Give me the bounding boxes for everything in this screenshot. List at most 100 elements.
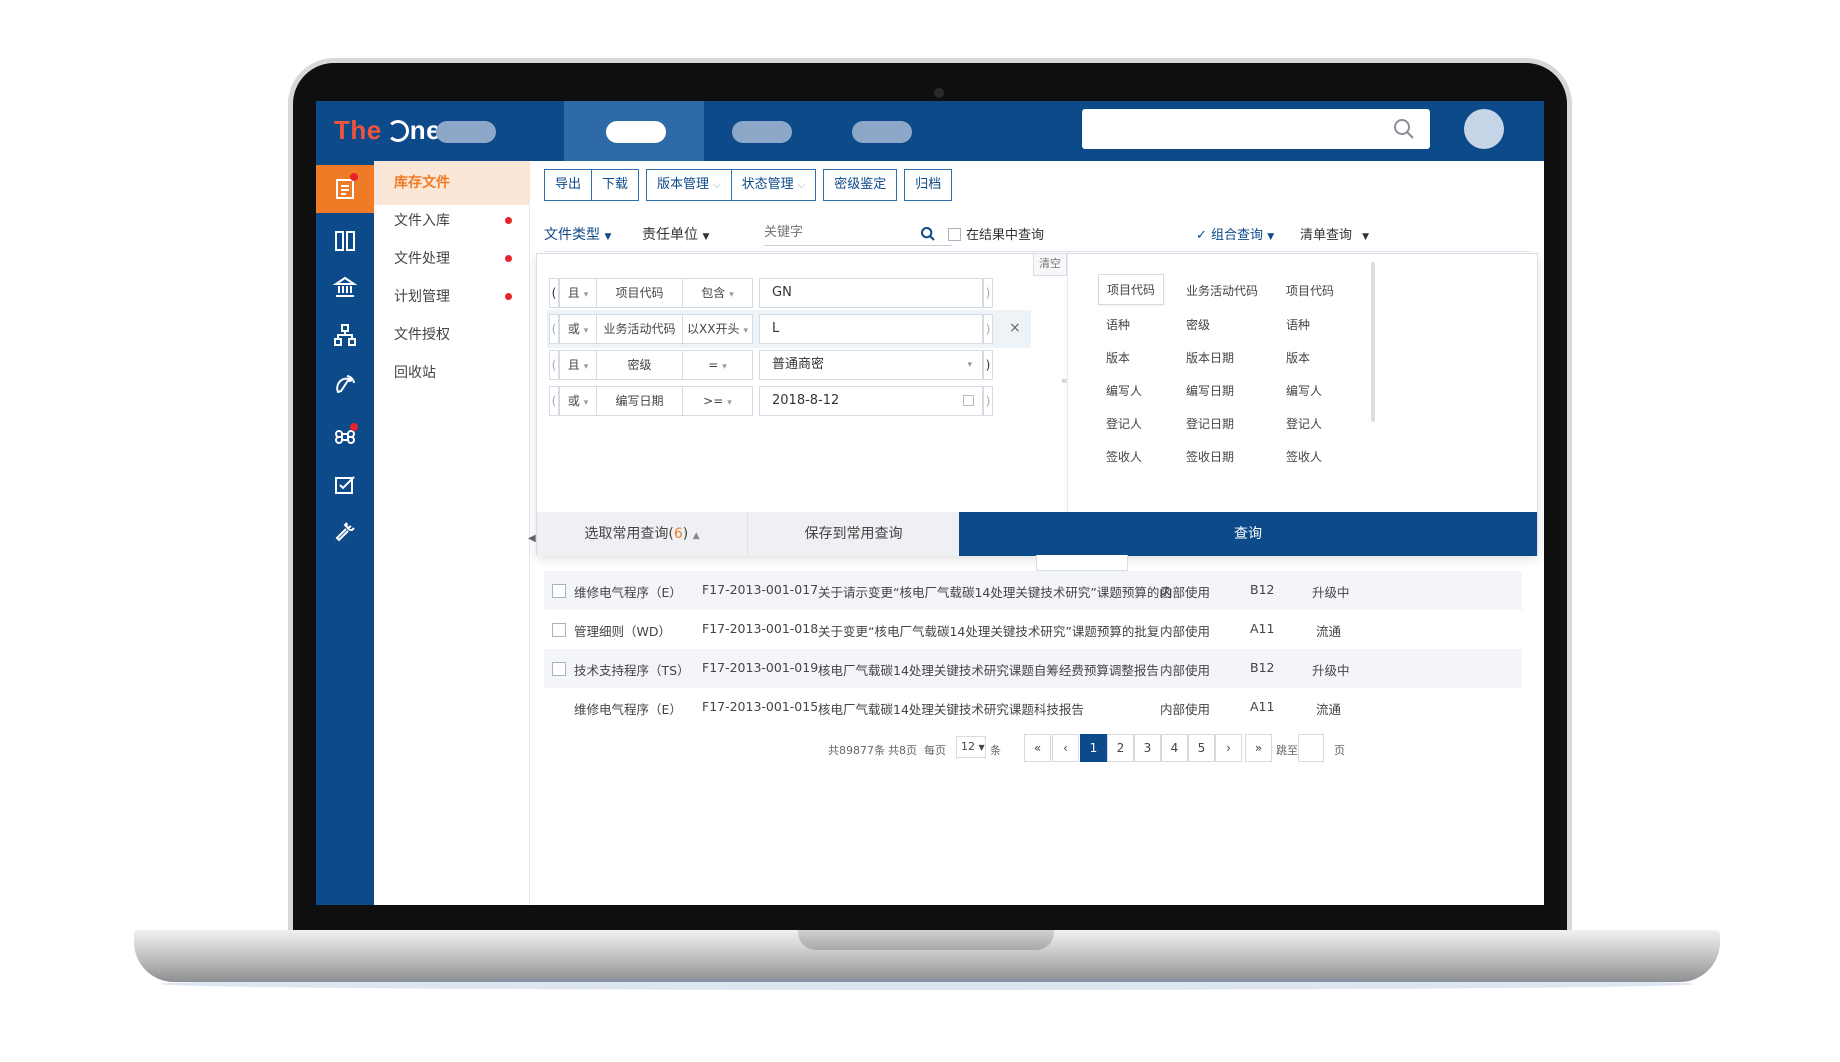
clear-button[interactable]: 清空: [1033, 254, 1067, 276]
sidebar-command-button[interactable]: [316, 413, 374, 461]
calendar-icon[interactable]: [963, 395, 974, 406]
logic-select[interactable]: 或 ▾: [559, 386, 597, 416]
list-query-tab[interactable]: 清单查询 ▼: [1300, 224, 1369, 243]
field-option[interactable]: 登记人: [1286, 415, 1322, 432]
field-option[interactable]: 语种: [1106, 316, 1130, 333]
archive-button[interactable]: 归档: [904, 169, 953, 201]
field-option[interactable]: 项目代码: [1286, 282, 1334, 299]
field-option[interactable]: 编写人: [1106, 382, 1142, 399]
first-page-button[interactable]: «: [1024, 734, 1051, 762]
sidebar-satellite-button[interactable]: [316, 361, 374, 409]
search-icon[interactable]: [920, 226, 936, 242]
row-checkbox[interactable]: [552, 584, 566, 598]
field-select[interactable]: 业务活动代码: [597, 314, 683, 344]
field-option[interactable]: 版本日期: [1186, 349, 1234, 366]
search-icon[interactable]: [1392, 117, 1416, 141]
in-results-checkbox[interactable]: 在结果中查询: [948, 224, 1044, 243]
value-input[interactable]: L: [759, 314, 983, 344]
doc-type-filter[interactable]: 文件类型 ▼: [544, 224, 611, 244]
left-paren[interactable]: (: [549, 386, 559, 416]
download-button[interactable]: 下载: [592, 169, 640, 201]
collapse-submenu-icon[interactable]: ◀: [528, 533, 536, 544]
field-option[interactable]: 版本: [1106, 349, 1130, 366]
global-search-input[interactable]: [1082, 109, 1430, 149]
combo-query-tab[interactable]: ✓ 组合查询 ▼: [1196, 224, 1274, 243]
row-checkbox[interactable]: [552, 662, 566, 676]
right-paren[interactable]: ): [983, 314, 993, 344]
nav-item-1[interactable]: [436, 121, 496, 143]
save-common-query-button[interactable]: 保存到常用查询: [747, 512, 959, 556]
value-input[interactable]: GN: [759, 278, 983, 308]
field-option[interactable]: 签收人: [1106, 448, 1142, 465]
page-size-select[interactable]: 12 ▼: [956, 736, 986, 758]
nav-item-4[interactable]: [852, 121, 912, 143]
field-option[interactable]: 语种: [1286, 316, 1310, 333]
logic-select[interactable]: 或 ▾: [559, 314, 597, 344]
operator-select[interactable]: 包含 ▾: [683, 278, 753, 308]
field-option[interactable]: 登记日期: [1186, 415, 1234, 432]
next-page-button[interactable]: ›: [1215, 734, 1242, 762]
page-button[interactable]: 4: [1161, 734, 1188, 762]
sidebar-doc-button[interactable]: [316, 165, 374, 213]
field-option[interactable]: 签收人: [1286, 448, 1322, 465]
operator-select[interactable]: 以XX开头 ▾: [683, 314, 753, 344]
sidebar-bank-button[interactable]: [316, 263, 374, 311]
right-paren[interactable]: ): [983, 278, 993, 308]
submenu-item-recycle[interactable]: 回收站: [374, 351, 530, 395]
last-page-button[interactable]: »: [1245, 734, 1272, 762]
operator-select[interactable]: = ▾: [683, 350, 753, 380]
field-option[interactable]: 业务活动代码: [1186, 282, 1258, 299]
sidebar-wrench-button[interactable]: [316, 507, 374, 555]
left-paren[interactable]: (: [549, 278, 559, 308]
page-button[interactable]: 2: [1107, 734, 1134, 762]
jump-page-input[interactable]: [1298, 734, 1324, 762]
sidebar-columns-button[interactable]: [316, 217, 374, 265]
date-input[interactable]: 2018-8-12: [759, 386, 983, 416]
nav-item-2[interactable]: [606, 121, 666, 143]
field-option[interactable]: 签收日期: [1186, 448, 1234, 465]
query-submit-button[interactable]: 查询: [959, 512, 1537, 556]
field-select[interactable]: 编写日期: [597, 386, 683, 416]
table-row[interactable]: 管理细则（WD） F17-2013-001-018 关于变更“核电厂气载碳14处…: [544, 610, 1522, 649]
partially-hidden-button[interactable]: [1036, 555, 1128, 571]
field-option[interactable]: 密级: [1186, 316, 1210, 333]
secret-appraise-button[interactable]: 密级鉴定: [823, 169, 898, 201]
row-checkbox[interactable]: [552, 623, 566, 637]
edit-check-icon: [335, 476, 355, 494]
status-manage-button[interactable]: 状态管理 ⌵: [731, 169, 817, 201]
right-paren[interactable]: ): [983, 386, 993, 416]
value-select[interactable]: 普通商密 ▾: [759, 350, 983, 380]
logic-select[interactable]: 且 ▾: [559, 278, 597, 308]
logic-select[interactable]: 且 ▾: [559, 350, 597, 380]
field-option[interactable]: 版本: [1286, 349, 1310, 366]
field-option[interactable]: 项目代码: [1098, 274, 1165, 305]
prev-page-button[interactable]: ‹: [1052, 734, 1079, 762]
nav-item-3[interactable]: [732, 121, 792, 143]
page-button[interactable]: 3: [1134, 734, 1161, 762]
export-button[interactable]: 导出: [544, 169, 593, 201]
operator-select[interactable]: >= ▾: [683, 386, 753, 416]
sidebar-org-button[interactable]: [316, 311, 374, 359]
field-select[interactable]: 项目代码: [597, 278, 683, 308]
sidebar-edit-button[interactable]: [316, 461, 374, 509]
checkbox[interactable]: [948, 228, 961, 241]
field-option[interactable]: 编写日期: [1186, 382, 1234, 399]
table-row[interactable]: 维修电气程序（E） F17-2013-001-015 核电厂气载碳14处理关键技…: [544, 688, 1522, 727]
table-row[interactable]: 维修电气程序（E） F17-2013-001-017 关于请示变更“核电厂气载碳…: [544, 571, 1522, 610]
field-option[interactable]: 登记人: [1106, 415, 1142, 432]
page-button[interactable]: 1: [1080, 734, 1107, 762]
field-select[interactable]: 密级: [597, 350, 683, 380]
page-button[interactable]: 5: [1188, 734, 1215, 762]
scrollbar[interactable]: [1371, 262, 1375, 422]
left-paren[interactable]: (: [549, 314, 559, 344]
version-manage-button[interactable]: 版本管理 ⌵: [646, 169, 732, 201]
select-common-query-button[interactable]: 选取常用查询(6) ▲: [537, 512, 747, 556]
left-paren[interactable]: (: [549, 350, 559, 380]
field-option[interactable]: 编写人: [1286, 382, 1322, 399]
right-paren[interactable]: ): [983, 350, 993, 380]
logo[interactable]: The ne: [334, 115, 441, 146]
close-icon[interactable]: ×: [1009, 320, 1021, 336]
unit-filter[interactable]: 责任单位 ▼: [642, 224, 709, 244]
user-avatar[interactable]: [1464, 109, 1504, 149]
table-row[interactable]: 技术支持程序（TS） F17-2013-001-019 核电厂气载碳14处理关键…: [544, 649, 1522, 688]
